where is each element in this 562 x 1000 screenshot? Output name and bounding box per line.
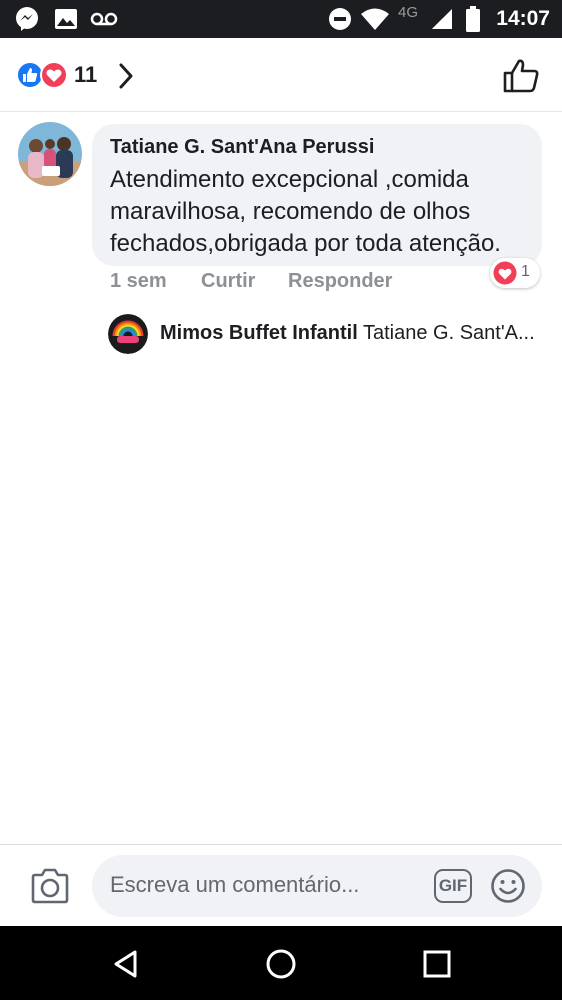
comment-author-avatar[interactable] (18, 122, 82, 186)
reply-text: Tatiane G. Sant'A... (362, 322, 535, 344)
status-bar: 4G 14:07 (0, 0, 562, 38)
comment-reaction-count: 1 (521, 263, 530, 280)
like-icon (16, 61, 44, 89)
reactions-summary[interactable] (16, 61, 70, 89)
like-button[interactable]: Curtir (201, 270, 255, 293)
emoji-icon[interactable] (490, 868, 526, 904)
battery-icon (466, 0, 480, 38)
comment-input-placeholder: Escreva um comentário... (110, 872, 360, 897)
signal-icon (430, 0, 454, 38)
love-reaction-icon (493, 261, 517, 285)
reply-author-name[interactable]: Mimos Buffet Infantil (160, 322, 358, 344)
image-icon (54, 0, 78, 38)
comment-input[interactable]: Escreva um comentário... GIF (92, 855, 542, 917)
reply-button[interactable]: Responder (288, 270, 392, 293)
do-not-disturb-icon (328, 0, 352, 38)
comment-composer: Escreva um comentário... GIF (0, 844, 562, 926)
network-type-label: 4G (398, 4, 419, 21)
camera-icon[interactable] (30, 867, 70, 905)
reaction-count[interactable]: 11 (74, 62, 97, 88)
home-icon[interactable] (265, 948, 297, 980)
like-outline-icon[interactable] (502, 58, 540, 94)
comment-author-name[interactable]: Tatiane G. Sant'Ana Perussi (110, 136, 374, 159)
love-icon (40, 61, 68, 89)
chevron-right-icon[interactable] (116, 62, 136, 90)
comment-reaction-badge[interactable]: 1 (490, 258, 540, 288)
comment-text: Atendimento excepcional ,comida maravilh… (110, 166, 501, 257)
reactions-header: 11 (0, 38, 562, 112)
screen: 4G 14:07 11 Tatiane G. Sant'Ana Perussi … (0, 0, 562, 1000)
comments-sheet: 11 Tatiane G. Sant'Ana Perussi Atendimen… (0, 38, 562, 844)
comment-bubble[interactable]: Tatiane G. Sant'Ana Perussi Atendimento … (92, 124, 542, 266)
voicemail-icon (90, 0, 118, 38)
system-navigation-bar (0, 926, 562, 1000)
recents-icon[interactable] (421, 948, 453, 980)
wifi-icon (360, 0, 390, 38)
reply-author-avatar[interactable] (108, 314, 148, 354)
reply-preview[interactable]: Mimos Buffet Infantil Tatiane G. Sant'A.… (160, 322, 545, 345)
status-time: 14:07 (496, 7, 550, 30)
messenger-icon (14, 0, 40, 38)
gif-button[interactable]: GIF (434, 869, 472, 903)
comment-time[interactable]: 1 sem (110, 270, 167, 293)
back-icon[interactable] (110, 948, 142, 980)
